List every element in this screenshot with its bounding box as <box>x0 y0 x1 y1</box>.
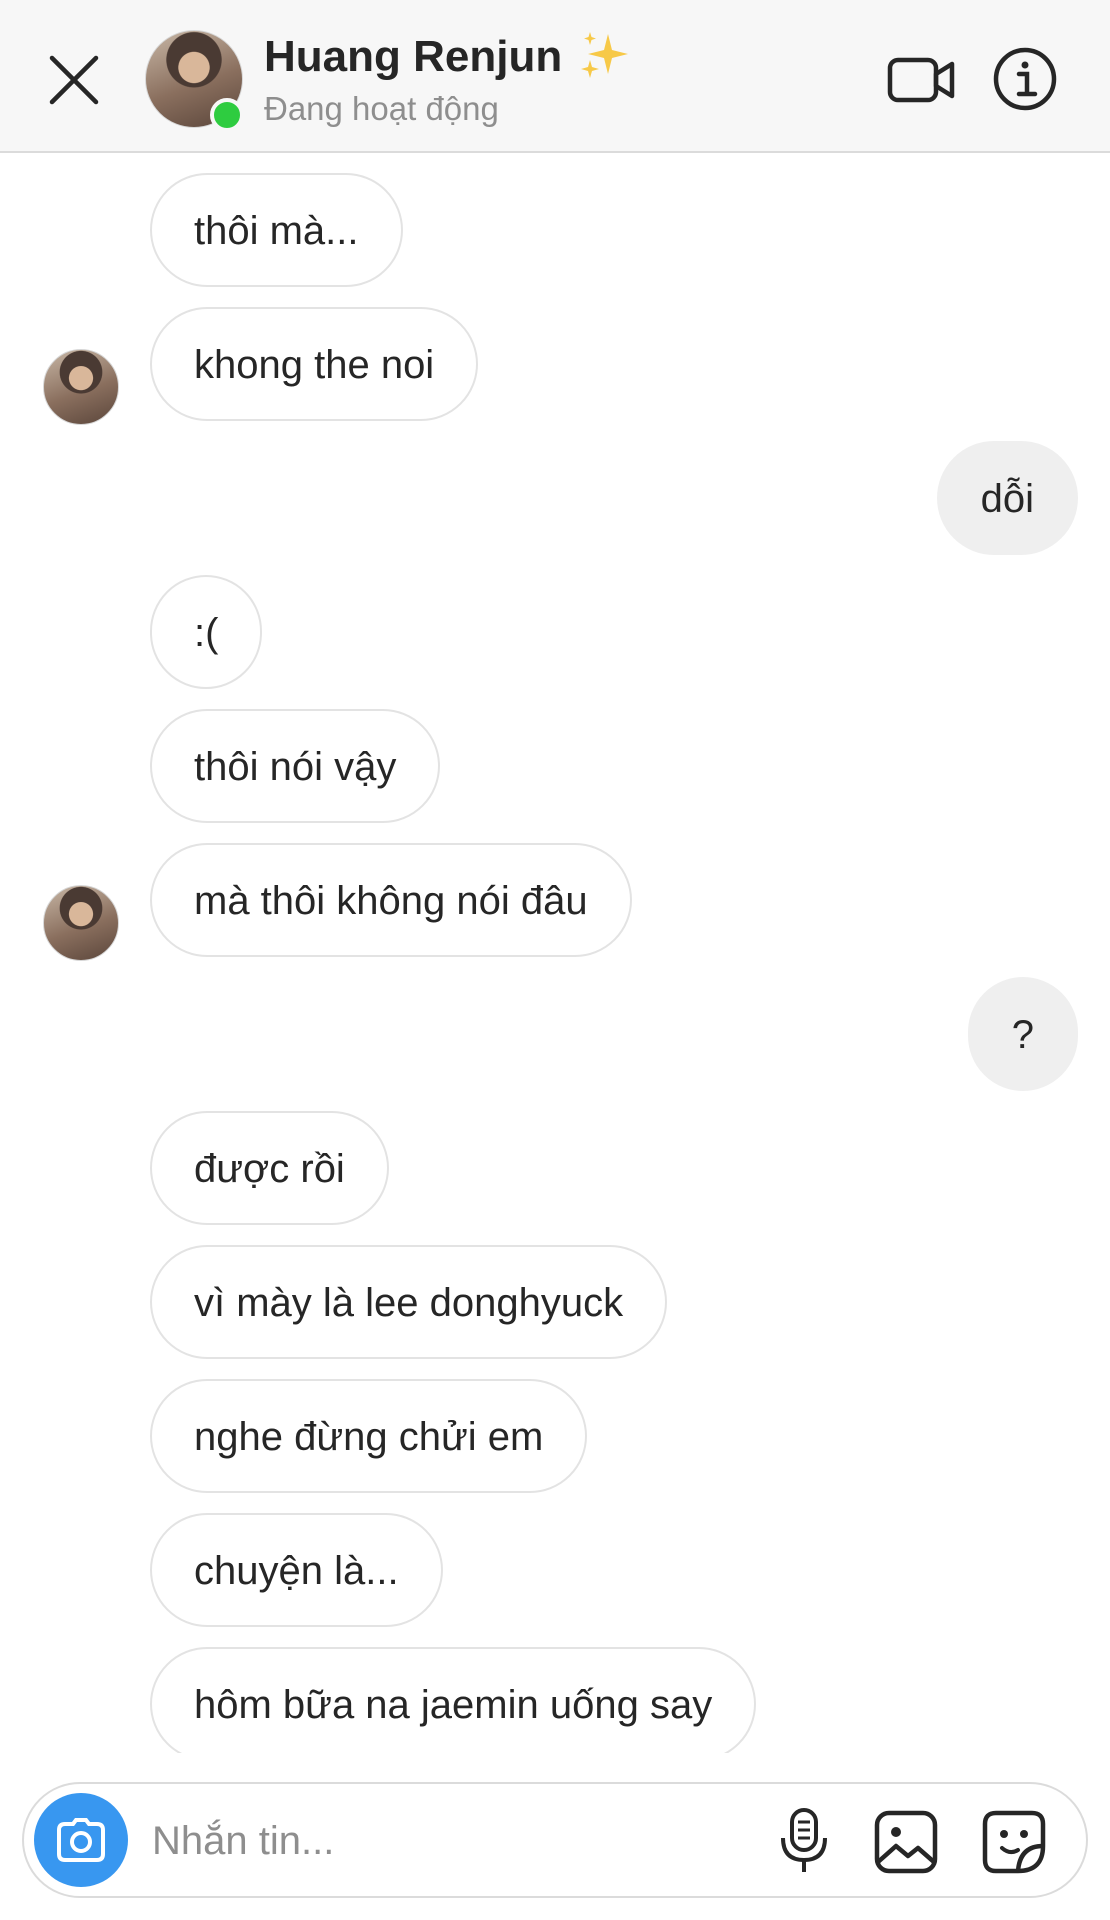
camera-button[interactable] <box>34 1793 128 1887</box>
close-icon[interactable] <box>44 50 104 110</box>
message-bubble-incoming[interactable]: hôm bữa na jaemin uống say <box>150 1647 757 1753</box>
chat-header: Huang Renjun Đang hoạt động <box>0 0 1110 153</box>
message-bubble-incoming[interactable]: được rồi <box>150 1111 389 1225</box>
sender-avatar[interactable] <box>43 349 119 425</box>
camera-icon <box>57 1818 105 1862</box>
message-bubble-incoming[interactable]: nghe đừng chửi em <box>150 1379 588 1493</box>
message-bubble-outgoing[interactable]: ? <box>967 977 1078 1091</box>
sticker-icon[interactable] <box>980 1808 1048 1876</box>
info-icon[interactable] <box>992 46 1058 112</box>
message-thread[interactable]: thôi mà... khong the noi dỗi :( thôi nói… <box>0 153 1110 1753</box>
contact-name[interactable]: Huang Renjun <box>264 32 562 82</box>
message-bubble-incoming[interactable]: thôi nói vậy <box>150 709 441 823</box>
active-status: Đang hoạt động <box>264 90 499 127</box>
message-bubble-incoming[interactable]: chuyện là... <box>150 1513 443 1627</box>
message-bubble-incoming[interactable]: khong the noi <box>150 307 479 421</box>
message-bubble-incoming[interactable]: vì mày là lee donghyuck <box>150 1245 668 1359</box>
sender-avatar[interactable] <box>43 885 119 961</box>
message-bubble-outgoing[interactable]: dỗi <box>936 441 1078 555</box>
message-bubble-incoming[interactable]: :( <box>150 575 263 689</box>
message-bubble-incoming[interactable]: mà thôi không nói đâu <box>150 843 632 957</box>
gallery-icon[interactable] <box>872 1808 940 1876</box>
sparkles-emoji-icon <box>581 32 628 78</box>
video-camera-icon[interactable] <box>886 50 956 110</box>
microphone-icon[interactable] <box>776 1806 832 1876</box>
message-input[interactable] <box>150 1800 754 1882</box>
message-bubble-incoming[interactable]: thôi mà... <box>150 173 403 287</box>
online-status-dot <box>210 98 244 132</box>
